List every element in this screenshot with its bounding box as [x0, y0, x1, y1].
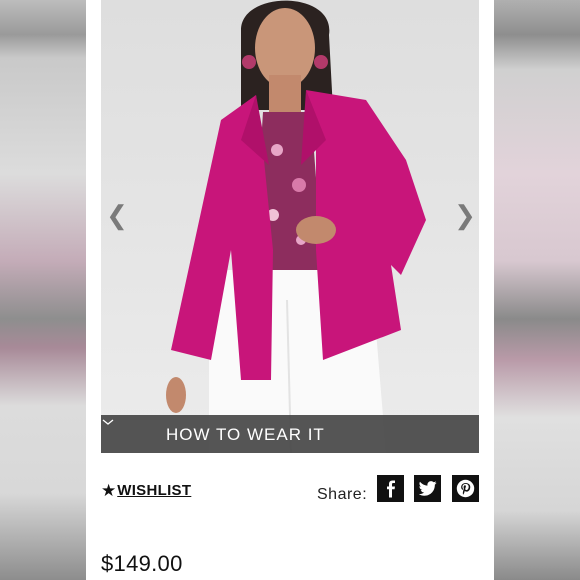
how-to-wear-toggle[interactable]: HOW TO WEAR IT [101, 415, 479, 453]
background-right-blur [494, 0, 580, 580]
twitter-share-button[interactable] [414, 475, 441, 502]
chevron-left-icon: ❮ [106, 199, 128, 230]
product-card: ❮ ❯ HOW TO WEAR IT ★ WISHLIST Share: $14… [86, 0, 494, 580]
facebook-share-button[interactable] [377, 475, 404, 502]
star-icon: ★ [101, 481, 117, 500]
share-label: Share: [317, 486, 368, 503]
prev-image-button[interactable]: ❮ [105, 200, 129, 230]
how-to-wear-label: HOW TO WEAR IT [166, 425, 325, 444]
model-illustration [166, 0, 426, 453]
wishlist-button[interactable]: ★ WISHLIST [101, 482, 191, 499]
background-left-blur [0, 0, 86, 580]
product-image[interactable]: ❮ ❯ HOW TO WEAR IT [101, 0, 479, 453]
facebook-icon [386, 480, 395, 497]
chevron-down-icon [102, 419, 114, 425]
pinterest-share-button[interactable] [452, 475, 479, 502]
twitter-icon [418, 481, 437, 496]
next-image-button[interactable]: ❯ [453, 200, 477, 230]
chevron-right-icon: ❯ [454, 199, 476, 230]
pinterest-icon [456, 479, 475, 498]
product-price: $149.00 [101, 551, 183, 576]
wishlist-label: WISHLIST [117, 482, 192, 499]
